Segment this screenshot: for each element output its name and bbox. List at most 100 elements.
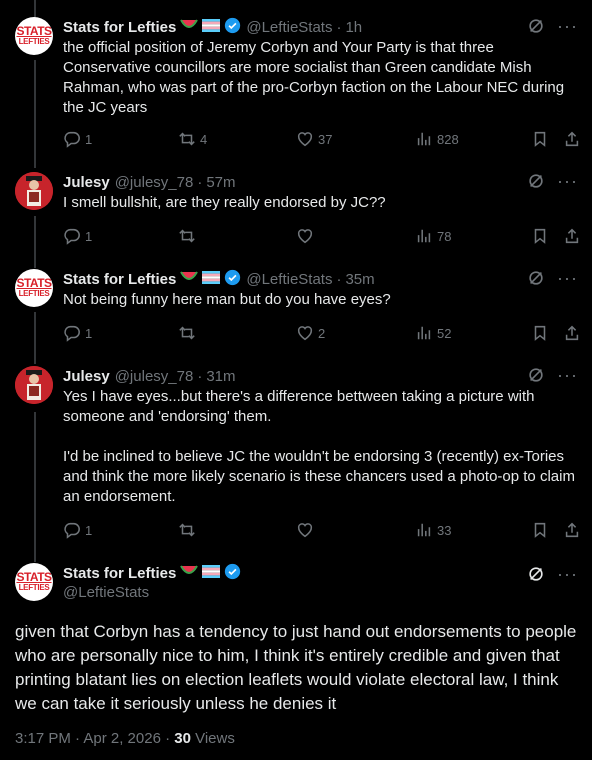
- share-icon: [565, 131, 579, 147]
- separator: ·: [336, 18, 342, 36]
- views-button[interactable]: 33: [415, 521, 451, 539]
- like-button[interactable]: 2: [296, 324, 325, 342]
- tweet-top-icons: ···: [527, 366, 578, 384]
- display-name[interactable]: Stats for Lefties: [63, 19, 176, 36]
- thread-line: [34, 412, 36, 562]
- timestamp[interactable]: 1h: [345, 19, 362, 36]
- action-bar: 1 33: [63, 521, 583, 541]
- retweet-button[interactable]: [178, 521, 200, 539]
- views-button[interactable]: 52: [415, 324, 451, 342]
- more-options-icon[interactable]: ···: [557, 366, 578, 384]
- bookmark-button[interactable]: [531, 130, 549, 148]
- avatar-image: [15, 366, 53, 404]
- retweet-icon: [179, 132, 195, 146]
- thread-line: [34, 0, 36, 18]
- retweet-button[interactable]: 4: [178, 130, 207, 148]
- tweet-header: Stats for Lefties @LeftieStats · 35m: [63, 269, 375, 289]
- share-button[interactable]: [563, 521, 581, 539]
- avatar[interactable]: [15, 366, 53, 404]
- display-name[interactable]: Stats for Lefties: [63, 271, 176, 288]
- handle[interactable]: @LeftieStats: [246, 19, 332, 36]
- main-timestamp[interactable]: 3:17 PM · Apr 2, 2026 ·: [15, 730, 174, 747]
- trans-flag-icon: [202, 564, 221, 582]
- verified-badge-icon: [224, 563, 241, 584]
- thread-line: [34, 60, 36, 168]
- avatar[interactable]: [15, 172, 53, 210]
- like-button[interactable]: [296, 227, 318, 245]
- handle[interactable]: @julesy_78: [115, 174, 194, 191]
- reply-count: 1: [85, 325, 93, 341]
- handle[interactable]: @julesy_78: [115, 368, 194, 385]
- heart-icon: [297, 132, 313, 147]
- timestamp[interactable]: 57m: [206, 174, 235, 191]
- more-options-icon[interactable]: ···: [557, 172, 578, 190]
- retweet-icon: [179, 523, 195, 537]
- retweet-button[interactable]: [178, 227, 200, 245]
- bookmark-button[interactable]: [531, 227, 549, 245]
- grok-icon[interactable]: [527, 17, 545, 35]
- retweet-count: 4: [200, 131, 208, 147]
- timestamp[interactable]: 35m: [345, 271, 374, 288]
- tweet-text: the official position of Jeremy Corbyn a…: [63, 39, 569, 116]
- grok-icon[interactable]: [527, 269, 545, 287]
- tweet-text: Yes I have eyes...but there's a differen…: [63, 388, 575, 505]
- tweet-text: Not being funny here man but do you have…: [63, 291, 391, 308]
- verified-badge-icon: [224, 269, 241, 290]
- reply-button[interactable]: 1: [63, 227, 92, 245]
- tweet-header: Stats for Lefties @LeftieStats · 1h: [63, 17, 362, 37]
- share-icon: [565, 522, 579, 538]
- more-options-icon[interactable]: ···: [557, 565, 578, 583]
- share-button[interactable]: [563, 227, 581, 245]
- views-count: 78: [437, 228, 452, 244]
- reply-count: 1: [85, 228, 93, 244]
- main-tweet-meta: 3:17 PM · Apr 2, 2026 · 30 Views: [15, 730, 235, 747]
- reply-count: 1: [85, 522, 93, 538]
- reply-button[interactable]: 1: [63, 324, 92, 342]
- views-button[interactable]: 78: [415, 227, 451, 245]
- share-button[interactable]: [563, 130, 581, 148]
- views-count: 52: [437, 325, 452, 341]
- watermelon-icon: [180, 270, 199, 288]
- grok-icon[interactable]: [527, 172, 545, 190]
- retweet-button[interactable]: [178, 324, 200, 342]
- reply-icon: [64, 131, 80, 148]
- views-button[interactable]: 828: [415, 130, 459, 148]
- views-icon: [417, 523, 431, 537]
- grok-icon[interactable]: [527, 565, 545, 583]
- share-button[interactable]: [563, 324, 581, 342]
- bookmark-button[interactable]: [531, 521, 549, 539]
- action-bar: 1 78: [63, 227, 583, 247]
- tweet-text: I smell bullshit, are they really endors…: [63, 194, 386, 211]
- separator: ·: [197, 173, 203, 191]
- avatar[interactable]: STATS LEFTIES: [15, 17, 53, 55]
- timestamp[interactable]: 31m: [206, 368, 235, 385]
- reply-count: 1: [85, 131, 93, 147]
- bookmark-button[interactable]: [531, 324, 549, 342]
- reply-button[interactable]: 1: [63, 521, 92, 539]
- tweet-header: Julesy @julesy_78 · 57m: [63, 172, 236, 192]
- views-icon: [417, 132, 431, 146]
- verified-badge-icon: [224, 17, 241, 38]
- display-name[interactable]: Julesy: [63, 368, 110, 385]
- reply-icon: [64, 522, 80, 539]
- watermelon-icon: [180, 564, 199, 582]
- reply-button[interactable]: 1: [63, 130, 92, 148]
- like-count: 37: [318, 131, 333, 147]
- handle[interactable]: @LeftieStats: [246, 271, 332, 288]
- retweet-icon: [179, 326, 195, 340]
- reply-icon: [64, 325, 80, 342]
- handle[interactable]: @LeftieStats: [63, 584, 149, 601]
- avatar[interactable]: STATS LEFTIES: [15, 563, 53, 601]
- views-count: 30: [174, 730, 191, 747]
- display-name[interactable]: Julesy: [63, 174, 110, 191]
- more-options-icon[interactable]: ···: [557, 17, 578, 35]
- bookmark-icon: [534, 522, 546, 538]
- like-button[interactable]: 37: [296, 130, 332, 148]
- display-name[interactable]: Stats for Lefties: [63, 565, 176, 582]
- tweet-top-icons: ···: [527, 269, 578, 287]
- more-options-icon[interactable]: ···: [557, 269, 578, 287]
- like-button[interactable]: [296, 521, 318, 539]
- avatar[interactable]: STATS LEFTIES: [15, 269, 53, 307]
- grok-icon[interactable]: [527, 366, 545, 384]
- heart-icon: [297, 326, 313, 341]
